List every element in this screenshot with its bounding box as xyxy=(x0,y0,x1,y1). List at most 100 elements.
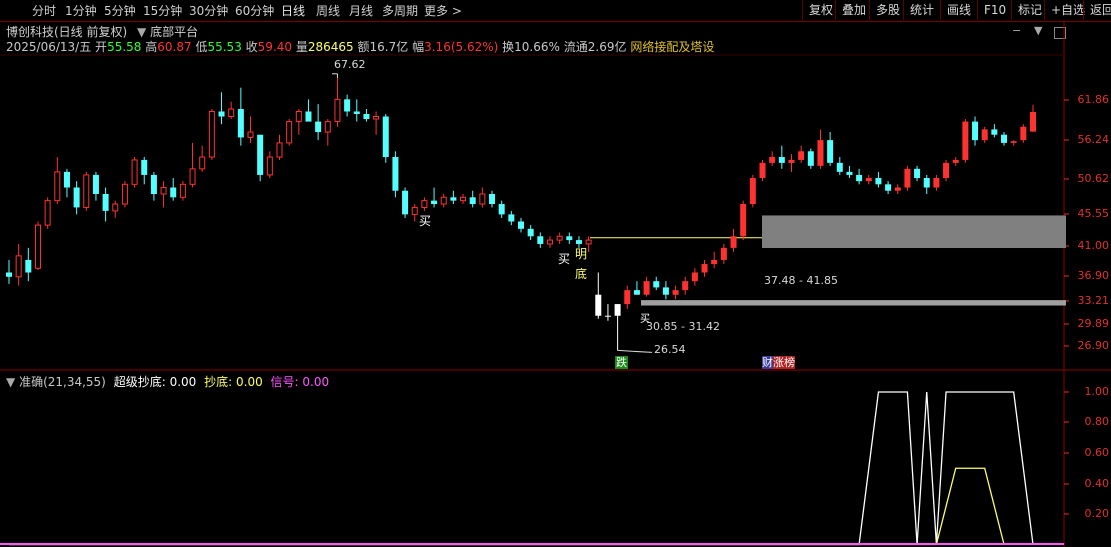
candle-body xyxy=(411,206,418,215)
candle-body xyxy=(1010,141,1017,143)
candle-body xyxy=(208,110,215,158)
indicator-line-1 xyxy=(9,467,1005,546)
candle-body xyxy=(585,239,592,245)
candle-body xyxy=(923,178,930,188)
candle-body xyxy=(759,162,766,179)
candle-body xyxy=(856,174,863,182)
candle-body xyxy=(179,183,186,198)
candle-body xyxy=(952,159,959,163)
candle-body xyxy=(633,290,640,295)
candle-body xyxy=(286,121,293,144)
buy-signal-2: 买 xyxy=(558,252,571,266)
candle-body xyxy=(315,121,322,133)
candle-body xyxy=(92,174,99,195)
candle-body xyxy=(112,203,119,212)
candle-body xyxy=(817,140,824,166)
candle-body xyxy=(556,235,563,241)
candle-body xyxy=(170,187,177,198)
candle-body xyxy=(353,111,360,114)
candle-body xyxy=(807,151,814,166)
candle-body xyxy=(257,134,264,175)
candle-body xyxy=(276,142,283,158)
buy-signal-1: 买 xyxy=(419,214,432,228)
candle-body xyxy=(749,178,756,205)
candle-body xyxy=(189,168,196,185)
candle-body xyxy=(691,272,698,282)
candle-body xyxy=(740,204,747,237)
candle-body xyxy=(575,240,582,244)
candle-body xyxy=(334,98,341,123)
zhang-tag: 涨榜 xyxy=(773,356,795,369)
candle-body xyxy=(643,281,650,295)
candle-body xyxy=(1001,134,1008,143)
candle-body xyxy=(247,131,254,138)
candle-body xyxy=(972,121,979,141)
candle-body xyxy=(6,272,12,277)
candle-body xyxy=(469,197,476,205)
candle-body xyxy=(662,287,669,295)
candle-body xyxy=(836,162,843,172)
cai-tag: 财 xyxy=(762,356,773,369)
candle-body xyxy=(102,194,109,211)
candle-body xyxy=(431,200,438,205)
candle-body xyxy=(546,239,553,245)
candle-body xyxy=(885,184,892,191)
candle-body xyxy=(1030,111,1036,132)
ming-signal: 明 xyxy=(575,247,588,261)
high-mark-label: 67.62 xyxy=(334,58,366,71)
candle-body xyxy=(981,129,988,141)
buy-signal-3: 买 xyxy=(640,314,650,325)
candle-body xyxy=(460,196,467,202)
indicator-line-0 xyxy=(9,391,1034,546)
candle-body xyxy=(150,174,157,195)
candle-body xyxy=(595,294,602,316)
candle-body xyxy=(1020,126,1027,141)
candle-body xyxy=(624,290,631,305)
low-mark-line xyxy=(617,349,653,353)
candle-body xyxy=(865,178,872,182)
candle-body xyxy=(701,264,708,273)
candle-body xyxy=(846,171,853,175)
candle-body xyxy=(498,204,505,215)
platform-zone-upper xyxy=(762,215,1066,249)
candle-body xyxy=(914,168,921,179)
candle-body xyxy=(44,200,51,226)
candle-body xyxy=(15,255,22,278)
di-signal: 底 xyxy=(575,267,588,281)
candle-body xyxy=(682,281,689,291)
candle-body xyxy=(382,116,389,158)
candle-body xyxy=(218,111,225,117)
candle-body xyxy=(894,187,901,191)
candle-body xyxy=(943,162,950,179)
candle-body xyxy=(160,187,167,195)
candle-body xyxy=(827,140,834,163)
candle-body xyxy=(34,224,41,269)
candle-body xyxy=(566,236,573,241)
candle-body xyxy=(962,121,969,160)
candle-body xyxy=(527,228,534,237)
candle-body xyxy=(489,194,496,205)
candle-body xyxy=(450,197,457,201)
candle-body xyxy=(875,178,882,185)
candle-body xyxy=(518,221,524,229)
rank-tag[interactable]: 财涨榜 xyxy=(762,356,795,369)
candle-body xyxy=(769,157,776,163)
candle-body xyxy=(266,156,273,176)
candle-body xyxy=(508,214,515,222)
candle-body xyxy=(344,99,351,112)
candle-body xyxy=(672,290,679,295)
candle-body xyxy=(440,196,447,205)
low-mark-label: 26.54 xyxy=(654,343,686,356)
candle-body xyxy=(904,168,911,188)
platform-zone-lower xyxy=(641,300,1066,306)
drop-tag[interactable]: 跌 xyxy=(615,356,628,369)
candle-body xyxy=(373,115,380,120)
candle-body xyxy=(933,178,940,188)
candle-body xyxy=(324,121,331,133)
candle-body xyxy=(392,157,399,191)
candle-body xyxy=(54,171,61,202)
candle-body xyxy=(720,247,727,260)
kline-chart[interactable] xyxy=(0,0,1111,547)
candle-body xyxy=(402,190,409,215)
candle-body xyxy=(363,113,370,120)
